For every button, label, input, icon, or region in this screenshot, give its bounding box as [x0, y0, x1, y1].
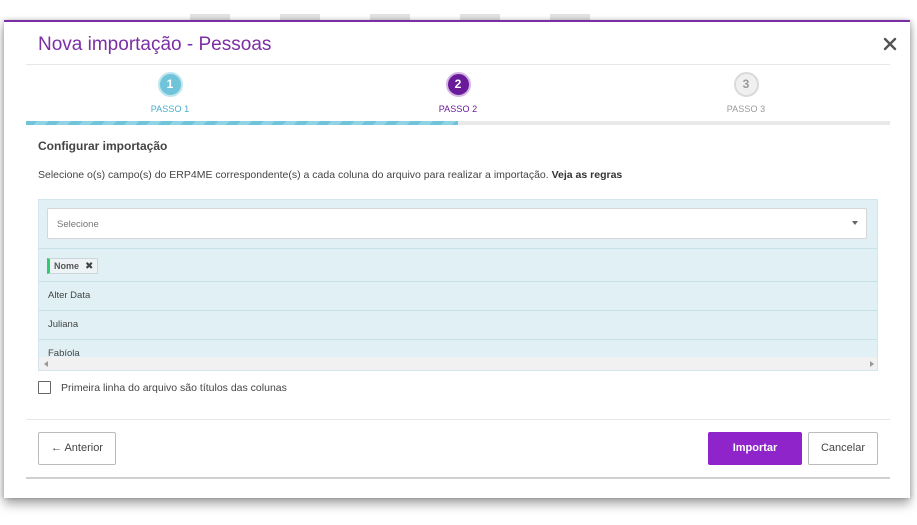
description: Selecione o(s) campo(s) do ERP4ME corres…	[38, 169, 622, 181]
step-progress-fill	[26, 121, 458, 125]
close-button[interactable]	[880, 34, 900, 54]
close-icon	[883, 37, 897, 51]
step-2-circle: 2	[445, 72, 471, 97]
stepper: 1 PASSO 1 2 PASSO 2 3 PASSO 3	[26, 72, 890, 128]
description-text: Selecione o(s) campo(s) do ERP4ME corres…	[38, 169, 549, 181]
modal-title: Nova importação - Pessoas	[38, 34, 272, 55]
step-1-circle: 1	[157, 72, 183, 97]
previous-button-label: Anterior	[64, 442, 103, 454]
step-1[interactable]: 1 PASSO 1	[120, 72, 220, 114]
step-3-circle: 3	[733, 72, 759, 97]
arrow-left-icon: ←	[51, 442, 62, 454]
row-divider	[39, 248, 877, 249]
table-row: Juliana	[48, 319, 79, 330]
modal-bottom-border	[26, 477, 890, 479]
selected-field-tag: Nome ✖	[47, 258, 99, 274]
modal-body: Nova importação - Pessoas 1 PASSO 1 2 PA…	[26, 22, 897, 498]
row-divider	[39, 281, 877, 282]
section-title: Configurar importação	[38, 139, 168, 153]
column-mapping-table: Selecione Nome ✖ Alter Data Juliana Fabío…	[38, 199, 878, 371]
chevron-down-icon	[852, 221, 858, 225]
rules-link[interactable]: Veja as regras	[552, 169, 623, 181]
field-select-placeholder: Selecione	[57, 219, 99, 230]
previous-button[interactable]: ← Anterior	[38, 432, 116, 465]
horizontal-scrollbar[interactable]	[39, 357, 877, 370]
footer-divider	[26, 419, 890, 420]
step-3-label: PASSO 3	[726, 104, 766, 114]
cancel-button[interactable]: Cancelar	[808, 432, 878, 465]
import-modal: Nova importação - Pessoas 1 PASSO 1 2 PA…	[4, 20, 910, 498]
import-button[interactable]: Importar	[708, 432, 802, 465]
header-divider	[26, 64, 890, 65]
table-row: Alter Data	[48, 290, 91, 301]
step-1-label: PASSO 1	[150, 104, 190, 114]
step-progress-track	[26, 121, 890, 125]
step-2[interactable]: 2 PASSO 2	[408, 72, 508, 114]
row-divider	[39, 310, 877, 311]
selected-field-tag-label: Nome	[54, 261, 80, 271]
step-2-label: PASSO 2	[438, 104, 478, 114]
field-select[interactable]: Selecione	[47, 208, 867, 239]
scroll-left-icon[interactable]	[44, 361, 48, 367]
first-line-titles-checkbox[interactable]	[38, 381, 51, 394]
step-3[interactable]: 3 PASSO 3	[696, 72, 796, 114]
remove-tag-icon[interactable]: ✖	[85, 261, 93, 272]
row-divider	[39, 339, 877, 340]
first-line-titles-label: Primeira linha do arquivo são títulos da…	[61, 382, 287, 394]
background-page	[0, 0, 917, 22]
scroll-right-icon[interactable]	[870, 361, 874, 367]
